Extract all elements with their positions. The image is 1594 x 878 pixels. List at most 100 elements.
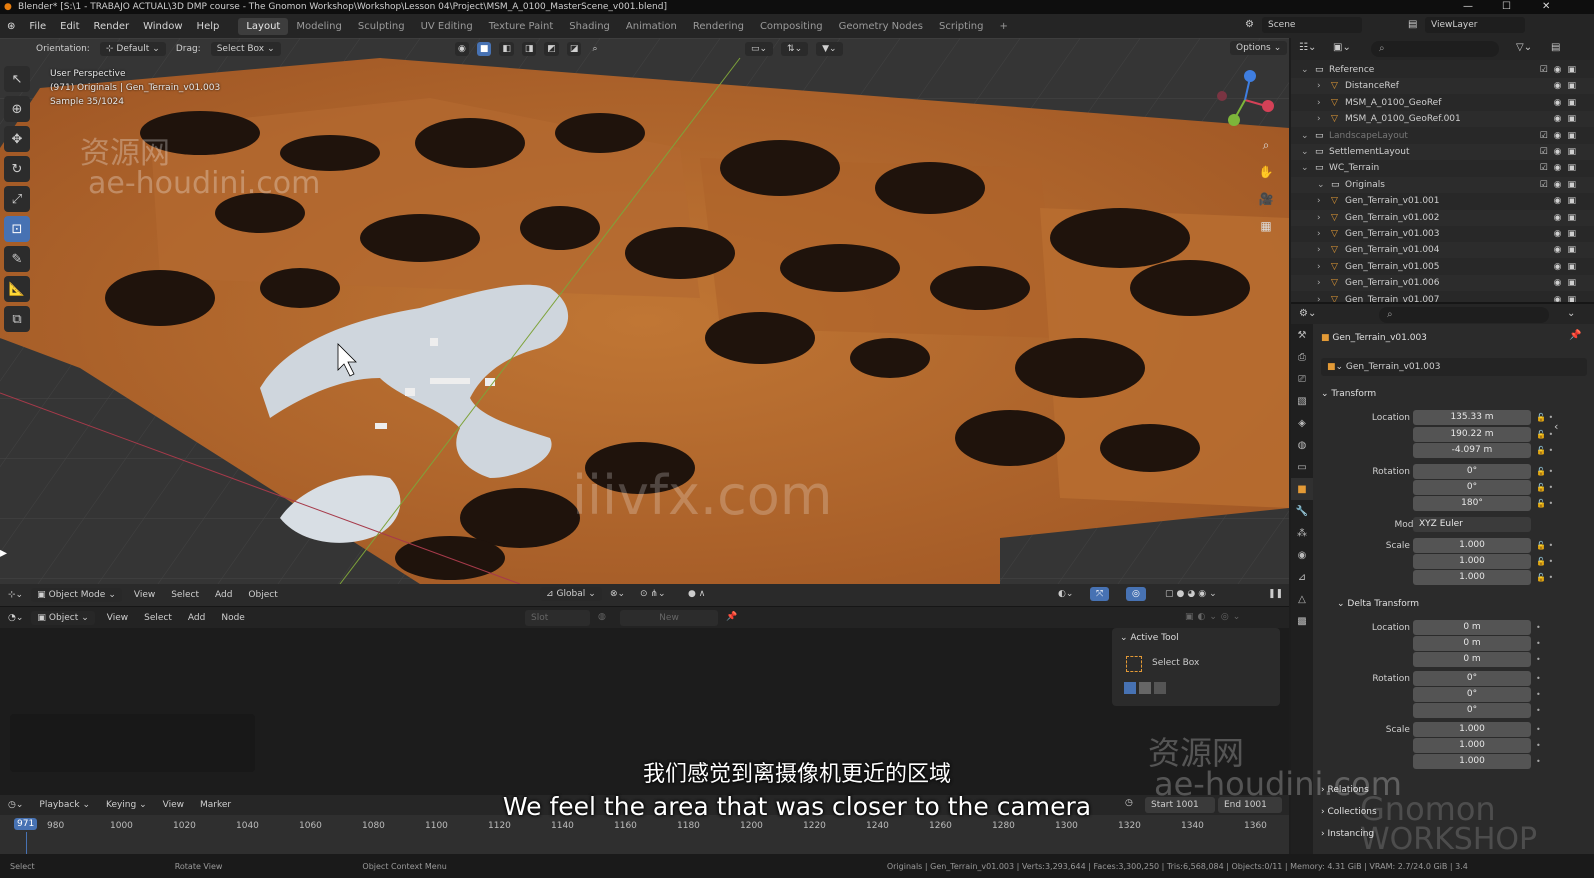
lock-icon[interactable]: 🔓 • (1536, 496, 1553, 512)
lock-icon[interactable]: 🔓 • (1536, 554, 1553, 570)
world-tab-icon[interactable]: ◍ (1291, 434, 1313, 456)
sidebar-toggle-icon[interactable]: ‹ (1554, 420, 1558, 433)
gizmo-icon[interactable]: ⤧ (1090, 587, 1110, 601)
rotation-z-field[interactable]: 180° (1413, 496, 1531, 511)
move-tool-icon[interactable]: ✥ (4, 126, 30, 152)
visibility-toggle-icon[interactable]: ◉▣ (1554, 242, 1582, 258)
physics-tab-icon[interactable]: ◉ (1291, 544, 1313, 566)
outliner-row[interactable]: › ▽ Gen_Terrain_v01.002 ◉▣ (1291, 209, 1594, 226)
texture-tab-icon[interactable]: ▩ (1291, 610, 1313, 632)
grid-view-icon[interactable]: ▦ (1255, 215, 1277, 237)
properties-options-icon[interactable]: ⌄ (1567, 308, 1575, 319)
chevron-down-icon[interactable]: ⌄ (1301, 144, 1309, 160)
keyframe-dot-icon[interactable]: • (1536, 671, 1541, 687)
menu-view[interactable]: View (126, 590, 163, 600)
scale-tool-icon[interactable]: ⤢ (4, 186, 30, 212)
new-collection-icon[interactable]: ▤ (1551, 42, 1560, 53)
tab-geometry-nodes[interactable]: Geometry Nodes (831, 18, 931, 35)
delta-scale-y-field[interactable]: 1.000 (1413, 738, 1531, 753)
delta-scale-x-field[interactable]: 1.000 (1413, 722, 1531, 737)
select-box-icon[interactable] (1126, 656, 1142, 672)
location-z-field[interactable]: -4.097 m (1413, 443, 1531, 458)
tool-tab-icon[interactable]: ⚒ (1291, 324, 1313, 346)
visibility-toggle-icon[interactable]: ◉▣ (1554, 210, 1582, 226)
scene-selector[interactable]: Scene (1262, 17, 1362, 33)
chevron-right-icon[interactable]: › (1317, 95, 1321, 111)
outliner-row[interactable]: › ▽ Gen_Terrain_v01.003 ◉▣ (1291, 226, 1594, 242)
rotate-tool-icon[interactable]: ↻ (4, 156, 30, 182)
orientation-dropdown[interactable]: ⊹ Default ⌄ (99, 42, 166, 56)
object-mode-dropdown[interactable]: ▣ Object Mode ⌄ (31, 588, 122, 602)
keyframe-dot-icon[interactable]: • (1536, 636, 1541, 652)
annotate-tool-icon[interactable]: ✎ (4, 246, 30, 272)
shader-view-icons[interactable]: ▣◐⌄◎⌄ (1185, 612, 1244, 622)
proportional-edit-icon[interactable]: ● ∧ (688, 589, 705, 599)
outliner-row[interactable]: › ▽ Gen_Terrain_v01.007 ◉▣ (1291, 292, 1594, 302)
visibility-toggle-icon[interactable]: ◉▣ (1554, 259, 1582, 275)
delta-rotation-x-field[interactable]: 0° (1413, 671, 1531, 686)
view-options-icon[interactable]: ▭⌄ (745, 42, 774, 56)
pin-icon[interactable]: 📌 (1569, 330, 1581, 341)
overlay-icon[interactable]: ◎ (1126, 587, 1146, 601)
lock-icon[interactable]: 🔓 • (1536, 570, 1553, 586)
lock-icon[interactable]: 🔓 • (1536, 464, 1553, 480)
outliner-filter-icon[interactable]: ▽⌄ (1516, 42, 1532, 53)
output-tab-icon[interactable]: ⎚ (1291, 368, 1313, 390)
location-y-field[interactable]: 190.22 m (1413, 427, 1531, 442)
visibility-toggle-icon[interactable]: ◉▣ (1554, 193, 1582, 209)
outliner-row[interactable]: › ▽ Gen_Terrain_v01.005 ◉▣ (1291, 259, 1594, 275)
chevron-right-icon[interactable]: › (1317, 259, 1321, 275)
tab-rendering[interactable]: Rendering (685, 18, 752, 35)
keyframe-dot-icon[interactable]: • (1536, 703, 1541, 719)
outliner-editor-icon[interactable]: ☷⌄ (1299, 42, 1316, 53)
visibility-toggle-icon[interactable]: ☑◉▣ (1540, 62, 1582, 78)
outliner-row[interactable]: ⌄ ▭ Reference ☑◉▣ (1291, 62, 1594, 78)
sort-icon[interactable]: ⇅⌄ (781, 42, 809, 56)
visibility-toggle-icon[interactable]: ☑◉▣ (1540, 177, 1582, 193)
lock-icon[interactable]: 🔓 • (1536, 443, 1553, 459)
chevron-right-icon[interactable]: › (1317, 242, 1321, 258)
menu-object[interactable]: Object (240, 590, 285, 600)
tab-layout[interactable]: Layout (238, 17, 289, 35)
constraints-tab-icon[interactable]: ⊿ (1291, 566, 1313, 588)
scale-x-field[interactable]: 1.000 (1413, 538, 1531, 553)
lock-icon[interactable]: 🔓 • (1536, 480, 1553, 496)
select-mode-icon[interactable]: ■ (476, 42, 492, 56)
subtract-mode-icon[interactable] (1154, 682, 1166, 694)
menu-add[interactable]: Add (207, 590, 240, 600)
chevron-right-icon[interactable]: › (1317, 193, 1321, 209)
shader-editor-type-icon[interactable]: ◔⌄ (0, 613, 31, 623)
outliner-row[interactable]: › ▽ DistanceRef ◉▣ (1291, 78, 1594, 95)
measure-tool-icon[interactable]: 📐 (4, 276, 30, 302)
close-icon[interactable]: ✕ (1542, 0, 1550, 14)
pivot-icon[interactable]: ⊗⌄ (610, 589, 625, 599)
menu-render[interactable]: Render (87, 21, 137, 32)
visibility-toggle-icon[interactable]: ◉▣ (1554, 292, 1582, 302)
cursor-tool-icon[interactable]: ⊕ (4, 96, 30, 122)
delta-location-x-field[interactable]: 0 m (1413, 620, 1531, 635)
location-x-field[interactable]: 135.33 m (1413, 410, 1531, 425)
editor-type-icon[interactable]: ⊹⌄ (0, 590, 31, 600)
outliner-search[interactable]: ⌕ (1371, 41, 1499, 57)
pin-icon[interactable]: 📌 (726, 612, 737, 622)
snap-icon[interactable]: ◉ (455, 42, 469, 56)
view-layer-tab-icon[interactable]: ▧ (1291, 390, 1313, 412)
add-workspace-button[interactable]: + (991, 18, 1015, 35)
add-cube-tool-icon[interactable]: ⧉ (4, 306, 30, 332)
visibility-toggle-icon[interactable]: ◉▣ (1554, 78, 1582, 94)
rotation-x-field[interactable]: 0° (1413, 464, 1531, 479)
options-dropdown[interactable]: Options ⌄ (1230, 41, 1288, 55)
chevron-down-icon[interactable]: ⌄ (1317, 177, 1325, 193)
menu-help[interactable]: Help (190, 21, 227, 32)
invert-icon[interactable]: ◩ (544, 42, 559, 56)
chevron-right-icon[interactable]: › (1317, 111, 1321, 127)
keyframe-dot-icon[interactable]: • (1536, 620, 1541, 636)
data-tab-icon[interactable]: △ (1291, 588, 1313, 610)
extend-icon[interactable]: ◧ (499, 42, 514, 56)
menu-select[interactable]: Select (163, 590, 207, 600)
modifier-tab-icon[interactable]: 🔧 (1291, 500, 1313, 522)
outliner-row[interactable]: › ▽ Gen_Terrain_v01.006 ◉▣ (1291, 275, 1594, 292)
intersect-icon[interactable]: ◪ (566, 42, 582, 56)
delta-location-y-field[interactable]: 0 m (1413, 636, 1531, 651)
lock-icon[interactable]: 🔓 • (1536, 538, 1553, 554)
